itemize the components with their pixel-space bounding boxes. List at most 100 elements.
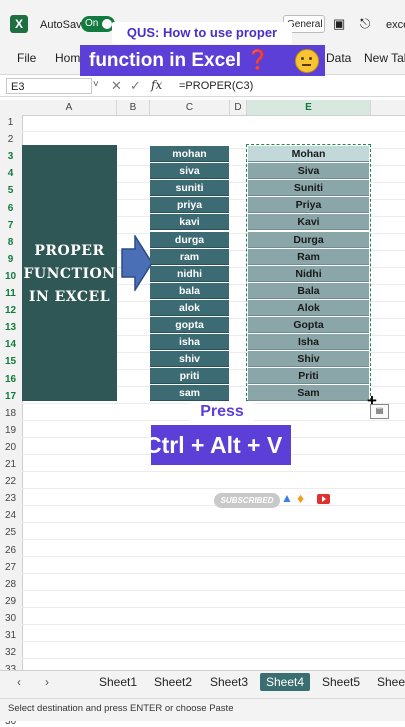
row-header[interactable]: 20 <box>0 442 21 453</box>
source-name-cell[interactable]: durga <box>150 231 229 248</box>
row-header[interactable]: 26 <box>0 545 21 556</box>
row-header[interactable]: 13 <box>0 322 21 333</box>
column-header-e[interactable]: E <box>247 100 371 115</box>
proper-name-cell[interactable]: Nidhi <box>248 265 369 282</box>
row-header[interactable]: 21 <box>0 459 21 470</box>
proper-name-cell[interactable]: Sam <box>248 385 369 402</box>
row-header[interactable]: 32 <box>0 647 21 658</box>
chevron-right-icon[interactable]: › <box>45 675 49 689</box>
question-mark-icon: ❓ <box>246 50 270 71</box>
proper-name-cell[interactable]: Shiv <box>248 351 369 368</box>
proper-name-cell[interactable]: Gopta <box>248 317 369 333</box>
formula-input[interactable]: =PROPER(C3) <box>179 80 253 92</box>
tab-file[interactable]: File <box>17 51 36 65</box>
row-header[interactable]: 14 <box>0 339 21 350</box>
row-header[interactable]: 28 <box>0 579 21 590</box>
proper-name-cell[interactable]: Suniti <box>248 180 369 197</box>
source-name-cell[interactable]: bala <box>150 282 229 299</box>
source-name-cell[interactable]: sam <box>150 385 229 402</box>
proper-name-cell[interactable]: Mohan <box>248 146 369 162</box>
source-name-cell[interactable]: gopta <box>150 317 229 333</box>
title-panel-text: PROPER FUNCTION IN EXCEL <box>22 240 117 309</box>
name-box[interactable]: E3 <box>6 78 92 94</box>
row-header[interactable]: 6 <box>0 203 21 214</box>
row-header[interactable]: 27 <box>0 562 21 573</box>
row-header[interactable]: 4 <box>0 168 21 179</box>
cancel-icon[interactable]: ✕ <box>111 78 122 94</box>
tab-new-tab[interactable]: New Tab <box>364 51 405 65</box>
source-name-cell[interactable]: shiv <box>150 351 229 368</box>
sheet-tab-6[interactable]: Shee <box>377 675 405 689</box>
row-header[interactable]: 9 <box>0 254 21 265</box>
panel-line-3: IN EXCEL <box>28 289 111 305</box>
source-name-cell[interactable]: priya <box>150 197 229 214</box>
paste-options-icon[interactable]: ▤ <box>370 404 389 419</box>
row-header[interactable]: 31 <box>0 630 21 641</box>
row-header[interactable]: 3 <box>0 151 21 162</box>
proper-name-cell[interactable]: Kavi <box>248 214 369 231</box>
tab-data[interactable]: Data <box>326 51 351 65</box>
proper-name-cell[interactable]: Bala <box>248 282 369 299</box>
proper-name-cell[interactable]: Isha <box>248 334 369 351</box>
share-icon[interactable]: ⎋ <box>360 16 370 32</box>
column-header-d[interactable]: D <box>230 100 247 115</box>
source-name-cell[interactable]: suniti <box>150 180 229 197</box>
row-header[interactable]: 29 <box>0 596 21 607</box>
proper-name-cell[interactable]: Priti <box>248 368 369 385</box>
sheet-tab-2[interactable]: Sheet2 <box>154 675 192 689</box>
proper-name-cell[interactable]: Alok <box>248 299 369 316</box>
row-header[interactable]: 23 <box>0 493 21 504</box>
source-name-cell[interactable]: nidhi <box>150 265 229 282</box>
status-message: Select destination and press ENTER or ch… <box>8 703 234 714</box>
proper-name-cell[interactable]: Priya <box>248 197 369 214</box>
row-header[interactable]: 7 <box>0 220 21 231</box>
sheet-tab-5[interactable]: Sheet5 <box>322 675 360 689</box>
row-header[interactable]: 5 <box>0 185 21 196</box>
sheet-tab-4[interactable]: Sheet4 <box>260 673 311 691</box>
column-header-b[interactable]: B <box>117 100 150 115</box>
sheet-tab-3[interactable]: Sheet3 <box>210 675 248 689</box>
arrow-right-icon <box>121 235 153 291</box>
source-name-cell[interactable]: isha <box>150 334 229 351</box>
row-header[interactable]: 10 <box>0 271 21 282</box>
like-icon: ▲ <box>281 491 293 505</box>
row-header[interactable]: 1 <box>0 117 21 128</box>
source-name-cell[interactable]: kavi <box>150 214 229 231</box>
column-header-a[interactable]: A <box>22 100 117 115</box>
row-header[interactable]: 17 <box>0 391 21 402</box>
subscribed-badge: SUBSCRIBED <box>214 493 280 508</box>
source-name-cell[interactable]: alok <box>150 299 229 316</box>
question-banner-line2: function in Excel ❓ <box>80 45 325 77</box>
check-icon[interactable]: ✓ <box>130 78 141 94</box>
row-header[interactable]: 30 <box>0 613 21 624</box>
row-header[interactable]: 2 <box>0 134 21 145</box>
chevron-left-icon[interactable]: ‹ <box>17 675 21 689</box>
row-header[interactable]: 15 <box>0 356 21 367</box>
proper-name-cell[interactable]: Ram <box>248 248 369 265</box>
row-header[interactable]: 18 <box>0 408 21 419</box>
insert-function-icon[interactable]: fx <box>151 78 162 92</box>
row-header[interactable]: 25 <box>0 527 21 538</box>
play-icon <box>317 494 330 504</box>
row-header[interactable]: 8 <box>0 237 21 248</box>
sheet-tab-1[interactable]: Sheet1 <box>99 675 137 689</box>
row-header[interactable]: 16 <box>0 374 21 385</box>
source-name-cell[interactable]: ram <box>150 248 229 265</box>
proper-name-cell[interactable]: Durga <box>248 231 369 248</box>
thinking-face-icon <box>295 49 319 73</box>
column-header-c[interactable]: C <box>150 100 230 115</box>
source-name-cell[interactable]: mohan <box>150 146 229 162</box>
source-name-cell[interactable]: priti <box>150 368 229 385</box>
autosave-toggle[interactable]: On <box>81 16 115 32</box>
row-header[interactable]: 24 <box>0 510 21 521</box>
row-header[interactable]: 19 <box>0 425 21 436</box>
proper-name-cell[interactable]: Siva <box>248 163 369 180</box>
row-header[interactable]: 12 <box>0 305 21 316</box>
camera-icon[interactable]: ▣ <box>333 16 345 32</box>
row-header[interactable]: 11 <box>0 288 21 299</box>
source-name-cell[interactable]: siva <box>150 163 229 180</box>
tab-home[interactable]: Hom <box>55 51 80 65</box>
row-header[interactable]: 22 <box>0 476 21 487</box>
chevron-down-icon[interactable]: ˅ <box>93 79 99 90</box>
panel-line-2: FUNCTION <box>23 266 116 282</box>
